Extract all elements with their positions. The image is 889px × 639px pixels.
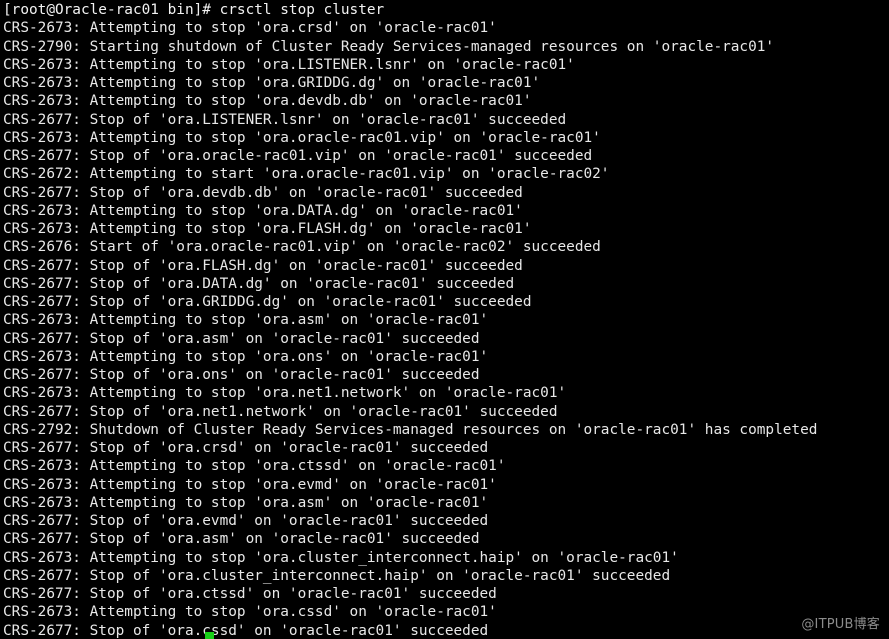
terminal-line: CRS-2673: Attempting to stop 'ora.LISTEN…: [3, 56, 575, 73]
terminal-line: CRS-2673: Attempting to stop 'ora.asm' o…: [3, 494, 489, 511]
terminal-cursor: [205, 632, 214, 639]
terminal-line: CRS-2677: Stop of 'ora.devdb.db' on 'ora…: [3, 184, 523, 201]
terminal-line: CRS-2672: Attempting to start 'ora.oracl…: [3, 166, 610, 183]
terminal-line: CRS-2673: Attempting to stop 'ora.GRIDDG…: [3, 75, 541, 91]
terminal-line: CRS-2673: Attempting to stop 'ora.crsd' …: [3, 20, 497, 37]
terminal-line: CRS-2677: Stop of 'ora.evmd' on 'oracle-…: [3, 513, 489, 529]
terminal-line: CRS-2677: Stop of 'ora.net1.network' on …: [3, 403, 558, 420]
terminal-line: CRS-2677: Stop of 'ora.asm' on 'oracle-r…: [3, 531, 480, 548]
terminal-line: CRS-2677: Stop of 'ora.cssd' on 'oracle-…: [3, 622, 489, 639]
terminal-line: CRS-2677: Stop of 'ora.FLASH.dg' on 'ora…: [3, 257, 523, 274]
terminal-line: CRS-2673: Attempting to stop 'ora.ctssd'…: [3, 458, 506, 475]
terminal-line: CRS-2677: Stop of 'ora.GRIDDG.dg' on 'or…: [3, 294, 532, 310]
terminal-line: CRS-2790: Starting shutdown of Cluster R…: [3, 38, 775, 55]
terminal-line: CRS-2673: Attempting to stop 'ora.evmd' …: [3, 476, 497, 493]
terminal-line: CRS-2673: Attempting to stop 'ora.cluste…: [3, 549, 679, 566]
terminal-line: CRS-2673: Attempting to stop 'ora.asm' o…: [3, 312, 489, 329]
terminal-line: CRS-2792: Shutdown of Cluster Ready Serv…: [3, 421, 818, 438]
watermark-label: @ITPUB博客: [801, 617, 880, 632]
terminal-line: CRS-2677: Stop of 'ora.oracle-rac01.vip'…: [3, 148, 593, 164]
terminal-line: CRS-2673: Attempting to stop 'ora.devdb.…: [3, 93, 532, 110]
terminal-window[interactable]: [root@Oracle-rac01 bin]# crsctl stop clu…: [0, 0, 889, 639]
terminal-line: CRS-2677: Stop of 'ora.ctssd' on 'oracle…: [3, 586, 497, 602]
terminal-line: CRS-2673: Attempting to stop 'ora.cssd' …: [3, 604, 497, 621]
terminal-output: [root@Oracle-rac01 bin]# crsctl stop clu…: [3, 1, 889, 639]
terminal-line: CRS-2673: Attempting to stop 'ora.ons' o…: [3, 348, 489, 365]
terminal-line: CRS-2677: Stop of 'ora.crsd' on 'oracle-…: [3, 440, 489, 456]
terminal-line: CRS-2677: Stop of 'ora.cluster_interconn…: [3, 567, 671, 584]
terminal-line: CRS-2677: Stop of 'ora.ons' on 'oracle-r…: [3, 367, 480, 383]
terminal-line: CRS-2676: Start of 'ora.oracle-rac01.vip…: [3, 239, 601, 256]
terminal-line: CRS-2673: Attempting to stop 'ora.net1.n…: [3, 385, 567, 402]
terminal-line: CRS-2673: Attempting to stop 'ora.FLASH.…: [3, 221, 532, 237]
terminal-line: CRS-2677: Stop of 'ora.asm' on 'oracle-r…: [3, 330, 480, 347]
terminal-line: CRS-2673: Attempting to stop 'ora.oracle…: [3, 129, 601, 146]
terminal-line: CRS-2677: Stop of 'ora.DATA.dg' on 'orac…: [3, 275, 515, 292]
terminal-prompt-line: [root@Oracle-rac01 bin]# crsctl stop clu…: [3, 2, 385, 18]
terminal-line: CRS-2673: Attempting to stop 'ora.DATA.d…: [3, 202, 523, 219]
terminal-line: CRS-2677: Stop of 'ora.LISTENER.lsnr' on…: [3, 111, 567, 128]
